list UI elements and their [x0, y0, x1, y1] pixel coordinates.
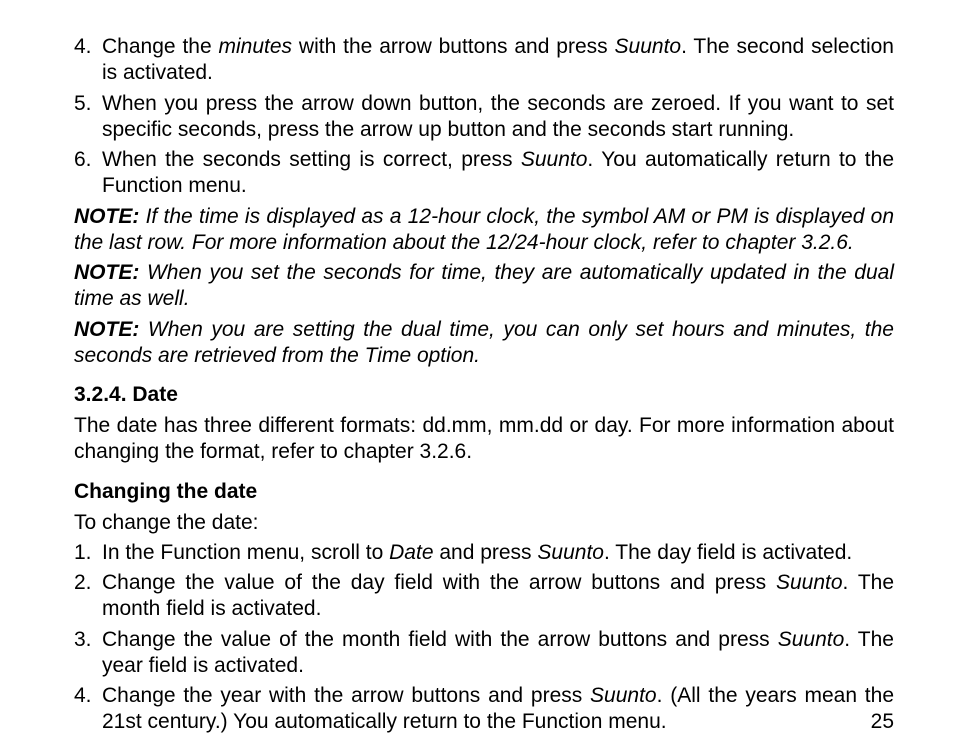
- list-item-number: 6.: [60, 147, 102, 173]
- time-step-item: 5.When you press the arrow down button, …: [60, 91, 894, 144]
- note-text: If the time is displayed as a 12-hour cl…: [74, 205, 894, 254]
- section-intro: The date has three different formats: dd…: [74, 413, 894, 466]
- date-step-item: 3.Change the value of the month field wi…: [60, 627, 894, 680]
- page-number: 25: [871, 710, 894, 734]
- list-item-body: Change the year with the arrow buttons a…: [102, 683, 894, 736]
- note-text: When you set the seconds for time, they …: [74, 261, 894, 310]
- section-subheading: Changing the date: [74, 480, 894, 504]
- list-item-body: Change the value of the day field with t…: [102, 570, 894, 623]
- list-item-number: 5.: [60, 91, 102, 117]
- section-heading: 3.2.4. Date: [74, 383, 894, 407]
- note-label: NOTE:: [74, 205, 139, 228]
- section-lead: To change the date:: [74, 510, 894, 536]
- list-item-body: Change the value of the month field with…: [102, 627, 894, 680]
- note-label: NOTE:: [74, 318, 139, 341]
- date-steps-list: 1.In the Function menu, scroll to Date a…: [60, 540, 894, 736]
- date-step-item: 4.Change the year with the arrow buttons…: [60, 683, 894, 736]
- list-item-body: When you press the arrow down button, th…: [102, 91, 894, 144]
- list-item-number: 1.: [60, 540, 102, 566]
- note-label: NOTE:: [74, 261, 139, 284]
- date-step-item: 2.Change the value of the day field with…: [60, 570, 894, 623]
- list-item-number: 4.: [60, 683, 102, 709]
- list-item-body: In the Function menu, scroll to Date and…: [102, 540, 894, 566]
- date-step-item: 1.In the Function menu, scroll to Date a…: [60, 540, 894, 566]
- time-step-item: 4.Change the minutes with the arrow butt…: [60, 34, 894, 87]
- list-item-body: When the seconds setting is correct, pre…: [102, 147, 894, 200]
- list-item-number: 2.: [60, 570, 102, 596]
- time-step-item: 6.When the seconds setting is correct, p…: [60, 147, 894, 200]
- note: NOTE: If the time is displayed as a 12-h…: [74, 204, 894, 257]
- note: NOTE: When you are setting the dual time…: [74, 317, 894, 370]
- list-item-number: 3.: [60, 627, 102, 653]
- manual-page: 4.Change the minutes with the arrow butt…: [0, 0, 954, 756]
- notes-block: NOTE: If the time is displayed as a 12-h…: [60, 204, 894, 370]
- list-item-body: Change the minutes with the arrow button…: [102, 34, 894, 87]
- time-steps-list: 4.Change the minutes with the arrow butt…: [60, 34, 894, 200]
- note: NOTE: When you set the seconds for time,…: [74, 260, 894, 313]
- list-item-number: 4.: [60, 34, 102, 60]
- note-text: When you are setting the dual time, you …: [74, 318, 894, 367]
